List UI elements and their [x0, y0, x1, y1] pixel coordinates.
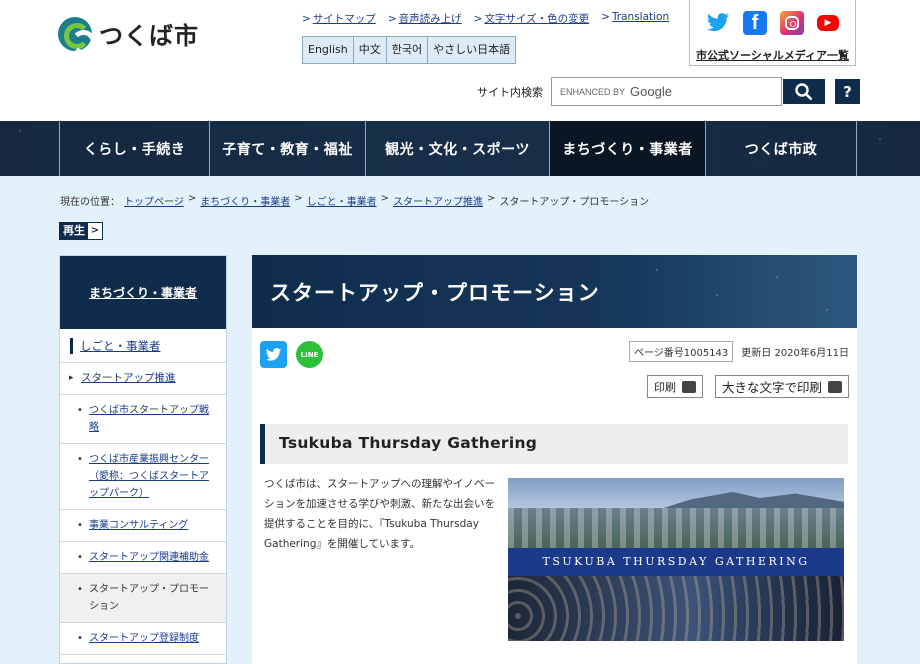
sidebar-section[interactable]: しごと・事業者	[60, 329, 226, 363]
nav-town-business[interactable]: まちづくり・事業者	[549, 121, 705, 176]
lang-korean[interactable]: 한국어	[386, 37, 429, 63]
event-photo: TSUKUBA THURSDAY GATHERING	[508, 478, 844, 641]
social-media-list-link[interactable]: 市公式ソーシャルメディア一覧	[690, 47, 855, 63]
youtube-icon[interactable]: ▶	[817, 15, 839, 31]
breadcrumb-startup[interactable]: スタートアップ推進	[393, 193, 483, 208]
page-meta: ページ番号1005143 更新日 2020年6月11日	[628, 341, 849, 362]
site-logo[interactable]: つくば市	[58, 16, 199, 51]
search-help-button[interactable]: ?	[835, 79, 860, 104]
site-search: サイト内検索 ENHANCED BY Google ?	[477, 77, 860, 106]
page-title: スタートアップ・プロモーション	[270, 281, 600, 305]
tsukuba-logo-icon	[58, 16, 92, 51]
instagram-icon[interactable]	[780, 11, 804, 35]
twitter-icon	[265, 347, 282, 361]
search-button[interactable]	[783, 79, 825, 104]
lang-chinese[interactable]: 中文	[353, 37, 387, 63]
section-heading: Tsukuba Thursday Gathering	[260, 424, 848, 464]
nav-city-government[interactable]: つくば市政	[705, 121, 857, 176]
breadcrumb-current: スタートアップ・プロモーション	[499, 197, 650, 208]
line-share-button[interactable]: LINE	[296, 341, 323, 368]
sidebar-sub-consulting[interactable]: 事業コンサルティング	[60, 510, 226, 542]
sidebar-sub-strategy[interactable]: つくば市スタートアップ戦略	[60, 395, 226, 444]
lang-easy-japanese[interactable]: やさしい日本語	[428, 37, 516, 63]
sitemap-link[interactable]: サイトマップ	[302, 11, 376, 26]
nav-living[interactable]: くらし・手続き	[59, 121, 209, 176]
search-label: サイト内検索	[477, 85, 543, 99]
utility-links: サイトマップ 音声読み上げ 文字サイズ・色の変更 Translation	[302, 11, 669, 26]
text-size-color-link[interactable]: 文字サイズ・色の変更	[474, 11, 589, 26]
play-arrow-icon: >	[88, 223, 102, 239]
printer-icon	[828, 380, 842, 393]
photo-caption: TSUKUBA THURSDAY GATHERING	[542, 555, 810, 568]
sidebar-sub-registration[interactable]: スタートアップ登録制度	[60, 623, 226, 655]
play-audio-button[interactable]: 再生 >	[59, 222, 103, 240]
print-button[interactable]: 印刷	[646, 375, 703, 398]
breadcrumb-top[interactable]: トップページ	[124, 193, 184, 208]
nav-childcare[interactable]: 子育て・教育・福祉	[209, 121, 365, 176]
share-buttons: LINE	[260, 341, 323, 368]
line-icon: LINE	[300, 350, 319, 359]
printer-icon	[681, 380, 696, 393]
sidebar-sub-subsidy[interactable]: スタートアップ関連補助金	[60, 542, 226, 574]
site-header: つくば市 サイトマップ 音声読み上げ 文字サイズ・色の変更 Translatio…	[0, 0, 920, 121]
lang-english[interactable]: English	[303, 37, 354, 63]
sidebar-heading[interactable]: まちづくり・事業者	[60, 256, 226, 329]
sidebar: まちづくり・事業者 しごと・事業者 スタートアップ推進 つくば市スタートアップ戦…	[59, 255, 227, 664]
voice-reader-link[interactable]: 音声読み上げ	[388, 11, 462, 26]
breadcrumb-town-business[interactable]: まちづくり・事業者	[200, 193, 290, 208]
language-switcher: English 中文 한국어 やさしい日本語	[302, 36, 517, 64]
nav-tourism[interactable]: 観光・文化・スポーツ	[365, 121, 549, 176]
search-input[interactable]: ENHANCED BY Google	[551, 77, 782, 106]
page-number: ページ番号1005143	[628, 341, 734, 362]
breadcrumb: 現在の位置： トップページ > まちづくり・事業者 > しごと・事業者 > スタ…	[60, 193, 650, 208]
twitter-icon[interactable]	[706, 11, 730, 35]
breadcrumb-work-business[interactable]: しごと・事業者	[307, 193, 377, 208]
sidebar-sub-promotion[interactable]: スタートアップ・プロモーション	[60, 574, 226, 623]
translation-link[interactable]: Translation	[601, 11, 669, 26]
page-title-banner: スタートアップ・プロモーション	[252, 255, 857, 328]
global-nav: くらし・手続き 子育て・教育・福祉 観光・文化・スポーツ まちづくり・事業者 つ…	[0, 121, 920, 176]
print-large-button[interactable]: 大きな文字で印刷	[714, 375, 849, 398]
updated-date: 更新日 2020年6月11日	[741, 348, 849, 359]
facebook-icon[interactable]: f	[743, 11, 767, 35]
intro-paragraph: つくば市は、スタートアップへの理解やイノベーションを加速させる学びや刺激、新たな…	[264, 478, 495, 550]
twitter-share-button[interactable]	[260, 341, 287, 368]
logo-text: つくば市	[99, 22, 199, 50]
search-icon	[795, 82, 813, 100]
sidebar-sub-startup-park[interactable]: つくば市産業振興センター（愛称：つくばスタートアップパーク）	[60, 444, 226, 510]
sidebar-item-startup[interactable]: スタートアップ推進	[60, 363, 226, 395]
main-content: スタートアップ・プロモーション LINE ページ番号1005143 更新日 20…	[252, 255, 857, 664]
social-media-box: f ▶ 市公式ソーシャルメディア一覧	[689, 0, 856, 66]
print-buttons: 印刷 大きな文字で印刷	[646, 375, 849, 398]
